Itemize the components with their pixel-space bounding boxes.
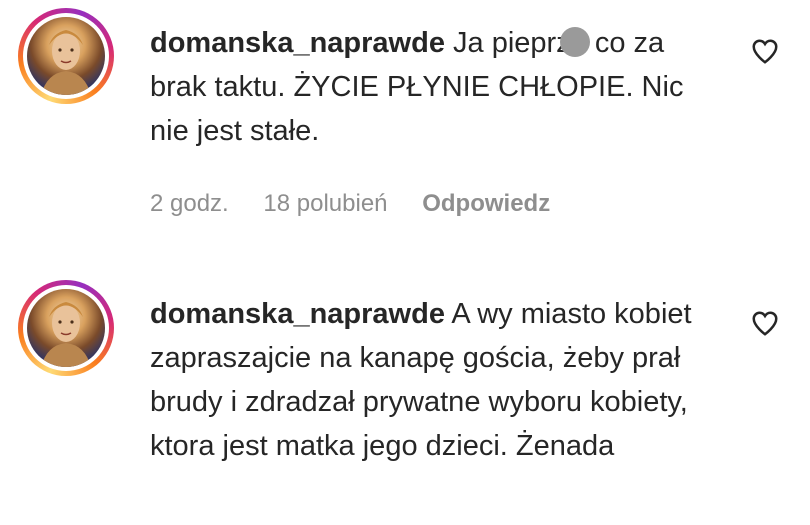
reply-button[interactable]: Odpowiedz xyxy=(422,190,550,217)
avatar[interactable] xyxy=(27,17,105,95)
like-heart-icon[interactable] xyxy=(750,308,780,338)
avatar[interactable] xyxy=(27,289,105,367)
comment-username[interactable]: domanska_naprawde xyxy=(150,27,445,59)
comment-text: domanska_naprawde A wy miasto kobiet zap… xyxy=(150,292,710,468)
avatar-portrait-icon xyxy=(41,30,91,95)
like-heart-icon[interactable] xyxy=(750,36,780,66)
comment-text: domanska_naprawde Ja pieprze co za brak … xyxy=(150,21,710,153)
redaction-dot xyxy=(560,27,590,57)
comment-username[interactable]: domanska_naprawde xyxy=(150,298,445,330)
comment-likes-count[interactable]: 18 polubień xyxy=(263,190,387,217)
avatar-story-ring[interactable] xyxy=(18,8,114,104)
comment-timestamp[interactable]: 2 godz. xyxy=(150,190,229,217)
avatar-story-ring[interactable] xyxy=(18,280,114,376)
comment-meta: 2 godz. 18 polubień Odpowiedz xyxy=(150,190,578,218)
avatar-portrait-icon xyxy=(41,302,91,367)
